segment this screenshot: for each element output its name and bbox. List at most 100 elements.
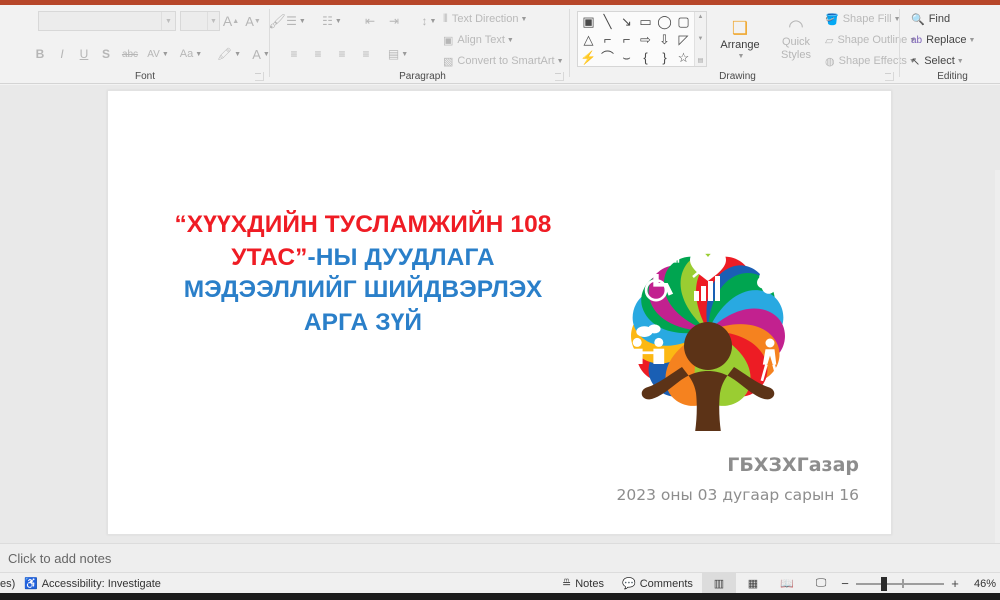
shape-textbox[interactable]: ▣	[580, 13, 597, 30]
font-size-chevron-down-icon[interactable]: ▼	[207, 12, 219, 30]
social-services-tree-logo[interactable]	[548, 131, 868, 431]
align-right-button[interactable]: ≡	[331, 45, 353, 63]
bullets-button[interactable]: ☰ ▼	[283, 11, 309, 31]
font-color-button[interactable]: A ▼	[248, 45, 274, 63]
comments-button[interactable]: 💬 Comments	[622, 573, 693, 594]
shape-right-arrow[interactable]: ⇨	[637, 31, 654, 48]
align-right-icon: ≡	[338, 47, 346, 61]
numbering-button[interactable]: ☷ ▼	[319, 11, 345, 31]
find-button[interactable]: 🔍 Find	[911, 11, 950, 27]
align-center-icon: ≡	[314, 47, 322, 61]
align-text-button[interactable]: ▣ Align Text ▼	[443, 32, 514, 48]
normal-view-button[interactable]: ▥	[702, 573, 736, 594]
shape-flowchart[interactable]: ◸	[675, 31, 692, 48]
bold-button[interactable]: B	[30, 45, 50, 63]
shape-outline-button[interactable]: ▱ Shape Outline ▼	[825, 32, 916, 48]
paragraph-dialog-launcher[interactable]	[555, 72, 564, 81]
align-center-button[interactable]: ≡	[307, 45, 329, 63]
underline-button[interactable]: U	[74, 45, 94, 63]
gallery-more-icon[interactable]: ▤	[698, 57, 704, 64]
shape-lightning[interactable]: ⚡	[580, 49, 597, 66]
font-size-combo[interactable]: ▼	[180, 11, 220, 31]
font-name-chevron-down-icon[interactable]: ▼	[161, 12, 175, 30]
shrink-font-button[interactable]: A ▼	[242, 11, 264, 31]
sign-language-icon	[569, 410, 599, 430]
gender-equality-icon	[735, 225, 761, 253]
group-separator	[269, 9, 270, 77]
zoom-in-button[interactable]: +	[950, 576, 960, 591]
shape-rectangle[interactable]: ▭	[637, 13, 654, 30]
language-indicator[interactable]: es)	[0, 573, 15, 594]
strikethrough-icon: abc	[121, 48, 139, 60]
shape-arrow[interactable]: ↘	[618, 13, 635, 30]
shapes-gallery-scrollbar[interactable]: ▲ ▼ ▤	[694, 12, 706, 66]
shape-fill-label: Shape Fill	[842, 13, 892, 25]
teaching-board-icon	[627, 418, 669, 431]
font-name-combo[interactable]: ▼	[38, 11, 176, 31]
shape-arc[interactable]: ⌒	[599, 49, 616, 66]
grow-font-button[interactable]: A ▲	[220, 11, 242, 31]
shape-elbow-arrow-connector[interactable]: ⌐	[618, 31, 635, 48]
replace-button[interactable]: ab Replace ▼	[911, 32, 975, 48]
shape-star[interactable]: ☆	[675, 49, 692, 66]
shape-fill-button[interactable]: 🪣 Shape Fill ▼	[825, 11, 901, 27]
notes-pane[interactable]: Click to add notes	[0, 543, 1000, 572]
group-meeting-icon	[574, 368, 612, 394]
convert-to-smartart-button[interactable]: ▧ Convert to SmartArt ▼	[443, 53, 564, 69]
shape-right-brace[interactable]: }	[656, 49, 673, 66]
shapes-gallery[interactable]: ▣ ╲ ↘ ▭ ◯ ▢ △ ⌐ ⌐ ⇨ ⇩ ◸ ⚡ ⌒ ⌣ { } ☆ ▲ ▼ …	[577, 11, 707, 67]
change-case-button[interactable]: Aa ▼	[176, 45, 206, 63]
zoom-slider-handle[interactable]	[881, 577, 887, 591]
shape-oval[interactable]: ◯	[656, 13, 673, 30]
zoom-level-label[interactable]: 46%	[966, 578, 996, 590]
scroll-up-icon[interactable]: ▲	[698, 14, 704, 20]
shape-line[interactable]: ╲	[599, 13, 616, 30]
accessibility-label: Accessibility: Investigate	[41, 577, 161, 590]
accessibility-status[interactable]: ♿ Accessibility: Investigate	[24, 573, 161, 594]
slide-title[interactable]: “ХҮҮХДИЙН ТУСЛАМЖИЙН 108 УТАС”-НЫ ДУУДЛА…	[163, 209, 563, 339]
align-text-icon: ▣	[443, 34, 454, 47]
notes-toggle-button[interactable]: ≞ Notes	[562, 573, 604, 594]
drawing-dialog-launcher[interactable]	[885, 72, 894, 81]
shape-elbow-connector[interactable]: ⌐	[599, 31, 616, 48]
font-dialog-launcher[interactable]	[255, 72, 264, 81]
shape-left-brace[interactable]: {	[637, 49, 654, 66]
italic-button[interactable]: I	[52, 45, 72, 63]
scroll-down-icon[interactable]: ▼	[698, 36, 704, 42]
slide-sorter-view-button[interactable]: ▦	[736, 573, 770, 594]
character-spacing-button[interactable]: AV ▼	[144, 45, 172, 63]
line-spacing-icon: ↕	[421, 14, 428, 28]
shape-triangle[interactable]: △	[580, 31, 597, 48]
align-left-button[interactable]: ≡	[283, 45, 305, 63]
justify-button[interactable]: ≡	[355, 45, 377, 63]
text-shadow-icon: S	[101, 47, 110, 61]
shape-effects-button[interactable]: ◍ Shape Effects ▼	[825, 53, 916, 69]
columns-button[interactable]: ▤ ▼	[385, 45, 411, 63]
text-shadow-button[interactable]: S	[96, 45, 116, 63]
bullet-list-icon: ☰	[286, 14, 297, 28]
vertical-scrollbar[interactable]	[995, 170, 1000, 600]
arrange-chevron-down-icon[interactable]: ▼	[738, 53, 745, 60]
select-button[interactable]: ↖ Select ▼	[911, 53, 964, 69]
slide-show-view-button[interactable]: 🖵	[804, 573, 838, 594]
text-direction-button[interactable]: ⦀ Text Direction ▼	[443, 11, 527, 27]
zoom-out-button[interactable]: −	[840, 576, 850, 591]
reading-view-button[interactable]: 📖	[770, 573, 804, 594]
text-highlight-button[interactable]: 🖍 ▼	[216, 45, 242, 63]
shape-curve[interactable]: ⌣	[618, 49, 635, 66]
shape-rounded-rectangle[interactable]: ▢	[675, 13, 692, 30]
paragraph-group-label: Paragraph	[399, 71, 446, 82]
arrange-button[interactable]: ❑ Arrange ▼	[713, 11, 767, 67]
quick-styles-button[interactable]: ◠ Quick Styles	[771, 11, 821, 67]
select-label: Select	[924, 55, 955, 67]
notes-placeholder[interactable]: Click to add notes	[8, 551, 111, 566]
decrease-indent-button[interactable]: ⇤	[359, 11, 381, 31]
strikethrough-button[interactable]: abc	[118, 45, 142, 63]
shape-down-arrow[interactable]: ⇩	[656, 31, 673, 48]
shopping-basket-icon	[795, 299, 825, 323]
line-spacing-button[interactable]: ↕ ▼	[415, 11, 443, 31]
zoom-slider[interactable]	[856, 573, 944, 594]
shape-effects-icon: ◍	[825, 55, 835, 68]
slide-canvas[interactable]: “ХҮҮХДИЙН ТУСЛАМЖИЙН 108 УТАС”-НЫ ДУУДЛА…	[107, 90, 892, 535]
increase-indent-button[interactable]: ⇥	[383, 11, 405, 31]
